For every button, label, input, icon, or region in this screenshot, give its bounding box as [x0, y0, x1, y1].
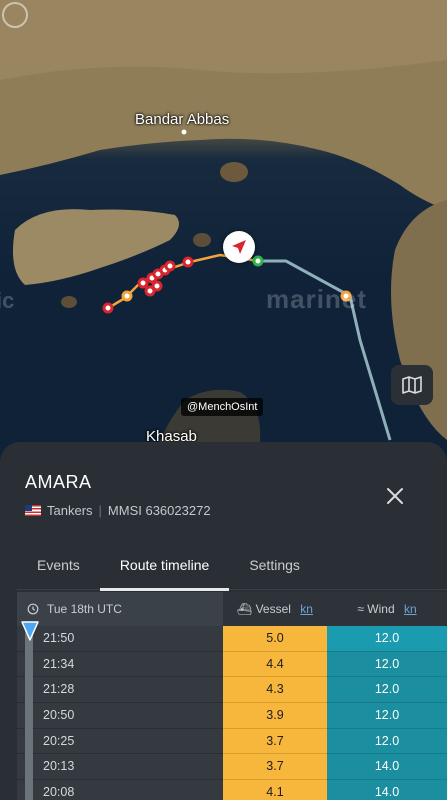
tab-events[interactable]: Events: [17, 546, 100, 590]
timeline-row[interactable]: 20:50 3.9 12.0: [17, 703, 447, 729]
map-label-bandar-abbas: Bandar Abbas: [135, 111, 230, 128]
vessel-col-label: Vessel: [255, 602, 291, 616]
vessel-mmsi: MMSI 636023272: [107, 503, 211, 518]
vessel-type: Tankers: [47, 503, 93, 518]
separator: |: [98, 503, 102, 518]
row-wind-speed: 12.0: [327, 677, 447, 704]
row-vessel-speed: 3.7: [223, 754, 327, 781]
close-button[interactable]: [381, 482, 409, 510]
row-time: 20:50: [17, 703, 223, 729]
credit-label: @MenchOsInt: [181, 398, 264, 416]
row-vessel-speed: 4.3: [223, 677, 327, 704]
map-watermark-left: ic: [0, 288, 15, 313]
row-wind-speed: 12.0: [327, 651, 447, 678]
vessel-meta: Tankers | MMSI 636023272: [25, 503, 211, 518]
timeline-row[interactable]: 21:50 5.0 12.0: [17, 626, 447, 652]
ship-icon: ⛴: [237, 602, 253, 616]
header-wind: ≈ Wind kn: [327, 592, 447, 626]
route-timeline-table: Tue 18th UTC ⛴ Vessel kn ≈ Wind kn 21:50…: [17, 592, 447, 800]
timeline-row[interactable]: 21:34 4.4 12.0: [17, 651, 447, 678]
timeline-scrubber-handle-icon[interactable]: [21, 620, 39, 646]
date-label: Tue 18th UTC: [47, 602, 122, 616]
timeline-row[interactable]: 20:13 3.7 14.0: [17, 754, 447, 781]
vessel-panel: AMARA Tankers | MMSI 636023272 Events Ro…: [0, 442, 447, 800]
wind-icon: ≈: [357, 602, 364, 616]
row-time: 21:28: [17, 677, 223, 704]
tab-settings[interactable]: Settings: [229, 546, 320, 590]
timeline-scrubber-track[interactable]: [25, 626, 33, 800]
row-wind-speed: 14.0: [327, 780, 447, 800]
close-icon: [387, 488, 403, 504]
compass-icon[interactable]: [2, 2, 28, 28]
liberia-flag-icon: [25, 505, 41, 516]
tab-route-timeline[interactable]: Route timeline: [99, 546, 230, 591]
clock-icon: [27, 603, 39, 615]
row-vessel-speed: 4.4: [223, 651, 327, 678]
row-time: 20:13: [17, 754, 223, 781]
header-time: Tue 18th UTC: [17, 602, 223, 616]
row-time: 21:34: [17, 651, 223, 678]
row-wind-speed: 12.0: [327, 728, 447, 755]
row-wind-speed: 12.0: [327, 626, 447, 652]
tab-bar: Events Route timeline Settings: [17, 546, 447, 591]
row-time: 20:08: [17, 780, 223, 800]
vessel-marker-icon[interactable]: [223, 231, 255, 263]
timeline-row[interactable]: 20:25 3.7 12.0: [17, 728, 447, 755]
row-vessel-speed: 5.0: [223, 626, 327, 652]
timeline-row[interactable]: 20:08 4.1 14.0: [17, 780, 447, 800]
timeline-header: Tue 18th UTC ⛴ Vessel kn ≈ Wind kn: [17, 592, 447, 626]
timeline-row[interactable]: 21:28 4.3 12.0: [17, 677, 447, 704]
wind-col-label: Wind: [367, 602, 395, 616]
row-vessel-speed: 3.9: [223, 703, 327, 729]
row-time: 21:50: [17, 626, 223, 652]
vessel-unit-link[interactable]: kn: [300, 602, 313, 616]
row-time: 20:25: [17, 728, 223, 755]
wind-unit-link[interactable]: kn: [404, 602, 417, 616]
row-vessel-speed: 3.7: [223, 728, 327, 755]
header-vessel: ⛴ Vessel kn: [223, 592, 327, 626]
map-watermark: marinet: [266, 284, 367, 314]
map-icon: [402, 376, 422, 394]
map-layers-button[interactable]: [391, 365, 433, 405]
timeline-rows: 21:50 5.0 12.0 21:34 4.4 12.0 21:28 4.3 12.0 20:5…: [17, 626, 447, 800]
row-wind-speed: 14.0: [327, 754, 447, 781]
row-wind-speed: 12.0: [327, 703, 447, 729]
vessel-name: AMARA: [25, 472, 92, 492]
map-view[interactable]: Bandar Abbas Khasab marinet ic @MenchOsI…: [0, 0, 447, 470]
row-vessel-speed: 4.1: [223, 780, 327, 800]
